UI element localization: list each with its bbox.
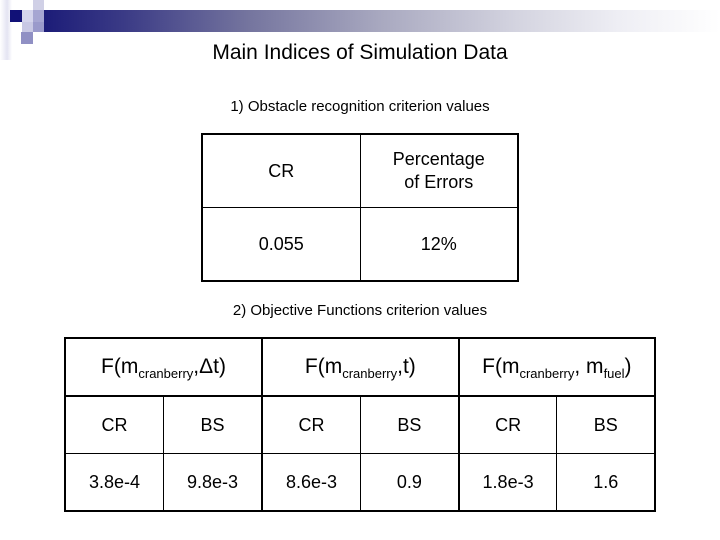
group-header-mcranberry-t: F(mcranberry,t)	[261, 337, 460, 397]
group-header-mcranberry-dt: F(mcranberry,Δt)	[64, 337, 264, 397]
value-cell: 9.8e-3	[163, 453, 264, 512]
decor-square	[22, 10, 33, 22]
subheader-cell: BS	[163, 395, 264, 454]
value-cell: 1.8e-3	[458, 453, 558, 512]
subheader-cell: CR	[458, 395, 558, 454]
cell-cr-value: 0.055	[201, 207, 361, 282]
func-arg: , m	[574, 355, 604, 378]
func-arg: ,Δt)	[193, 355, 226, 378]
decor-square	[10, 10, 22, 22]
func-prefix: F(m	[482, 355, 520, 378]
decor-square	[33, 10, 44, 22]
value-cell: 3.8e-4	[64, 453, 165, 512]
table-row: 3.8e-4 9.8e-3 8.6e-3 0.9 1.8e-3 1.6	[64, 453, 656, 512]
subheader-cell: CR	[64, 395, 165, 454]
subheader-cell: CR	[261, 395, 362, 454]
decor-square	[22, 22, 33, 32]
decor-square	[33, 0, 44, 10]
objective-functions-table: F(mcranberry,Δt) F(mcranberry,t) F(mcran…	[64, 337, 656, 512]
func-prefix: F(m	[101, 355, 139, 378]
group-header-mcranberry-mfuel: F(mcranberry, mfuel)	[458, 337, 656, 397]
subscript: cranberry	[519, 366, 575, 381]
decor-square	[33, 22, 44, 32]
header-cell-cr: CR	[201, 133, 361, 208]
header-cell-percentage-errors: Percentage of Errors	[359, 133, 519, 208]
value-cell: 1.6	[556, 453, 656, 512]
section2-heading: 2) Objective Functions criterion values	[232, 302, 488, 319]
table-row: 0.055 12%	[201, 207, 519, 282]
func-prefix: F(m	[304, 355, 343, 378]
slide-title: Main Indices of Simulation Data	[212, 41, 508, 64]
header-text: Percentage of Errors	[392, 149, 485, 192]
header-gradient-bar	[44, 10, 720, 32]
table-header-row: CR Percentage of Errors	[201, 133, 519, 208]
cell-percentage-value: 12%	[359, 207, 519, 282]
subscript: cranberry	[138, 366, 194, 381]
subheader-cell: BS	[556, 395, 656, 454]
subheader-cell: BS	[359, 395, 460, 454]
subscript: fuel	[603, 366, 625, 381]
value-cell: 8.6e-3	[261, 453, 362, 512]
func-arg: ,t)	[397, 355, 416, 378]
obstacle-recognition-table: CR Percentage of Errors 0.055 12%	[201, 133, 519, 282]
func-suffix: )	[624, 355, 632, 378]
subscript: cranberry	[342, 366, 398, 381]
value-cell: 0.9	[359, 453, 460, 512]
table-group-header-row: F(mcranberry,Δt) F(mcranberry,t) F(mcran…	[64, 337, 656, 397]
table-subheader-row: CR BS CR BS CR BS	[64, 395, 656, 454]
section1-heading: 1) Obstacle recognition criterion values	[230, 98, 490, 115]
